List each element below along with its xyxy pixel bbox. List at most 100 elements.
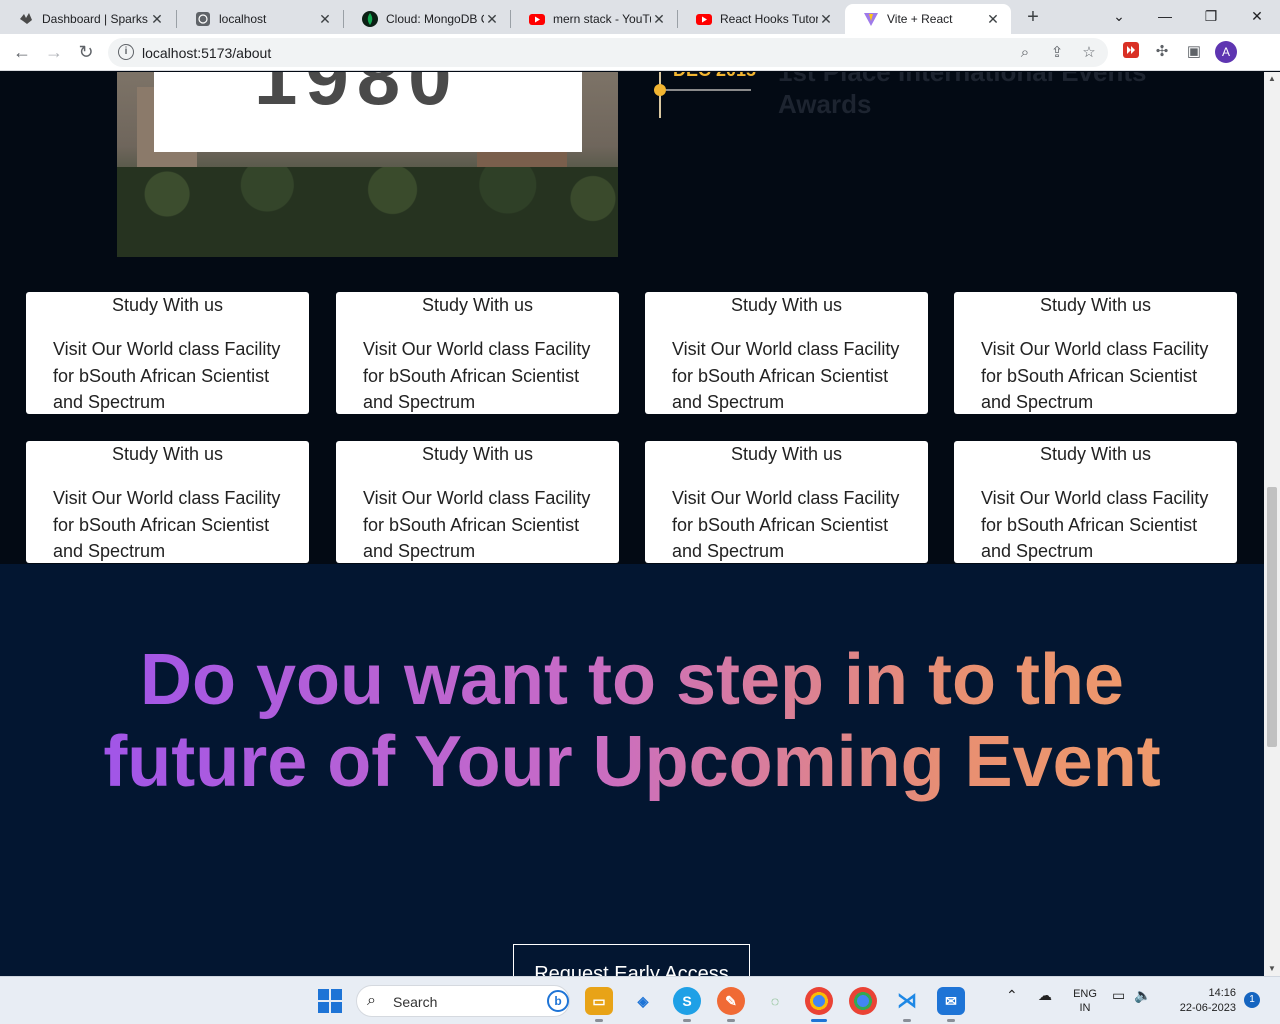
close-icon[interactable]: ✕ xyxy=(985,11,1001,27)
notification-badge[interactable]: 1 xyxy=(1244,992,1260,1008)
history-photo: 1980 xyxy=(117,72,618,257)
extensions-puzzle-icon[interactable]: ✣ xyxy=(1151,41,1173,63)
study-card: Study With us Visit Our World class Faci… xyxy=(645,292,928,414)
close-icon[interactable]: ✕ xyxy=(149,11,165,27)
card-title: Study With us xyxy=(730,444,843,464)
bing-icon[interactable]: b xyxy=(547,990,569,1012)
photo-trees xyxy=(117,167,618,257)
chrome-profile-icon[interactable] xyxy=(849,987,877,1015)
card-body: Visit Our World class Facility for bSout… xyxy=(981,339,1209,412)
sync-app-icon[interactable]: ◌ xyxy=(761,987,789,1015)
minimize-button[interactable]: — xyxy=(1142,0,1188,32)
scrollbar-thumb[interactable] xyxy=(1267,487,1277,747)
extension-red-icon[interactable] xyxy=(1120,41,1142,63)
timeline-connector xyxy=(666,89,751,91)
running-indicator xyxy=(595,1019,603,1022)
running-indicator xyxy=(903,1019,911,1022)
photo-year-card: 1980 xyxy=(154,72,582,152)
back-arrow-icon[interactable]: ← xyxy=(8,38,36,66)
chrome-icon[interactable] xyxy=(805,987,833,1015)
tab-title: Dashboard | Sparks xyxy=(42,12,148,26)
vscode-icon[interactable]: ⋊ xyxy=(893,987,921,1015)
tab-search-button[interactable]: ⌄ xyxy=(1096,0,1142,32)
card-body: Visit Our World class Facility for bSout… xyxy=(363,339,591,412)
tab-dashboard-sparks[interactable]: Dashboard | Sparks ✕ xyxy=(0,4,175,34)
new-tab-button[interactable]: + xyxy=(1020,6,1046,30)
language-code: ENG xyxy=(1073,988,1097,1000)
card-title: Study With us xyxy=(421,444,534,464)
share-icon[interactable]: ⇪ xyxy=(1046,42,1068,64)
browser-toolbar: ← → ↻ i localhost:5173/about ⌕ ⇪ ☆ ✣ ▣ A xyxy=(0,34,1280,71)
card-body: Visit Our World class Facility for bSout… xyxy=(363,488,591,561)
close-icon[interactable]: ✕ xyxy=(818,11,834,27)
forward-arrow-icon[interactable]: → xyxy=(40,38,68,66)
running-indicator xyxy=(947,1019,955,1022)
cta-headline: Do you want to step in to the future of … xyxy=(100,639,1164,803)
address-bar[interactable]: i localhost:5173/about ⌕ ⇪ ☆ xyxy=(108,38,1108,67)
url-text[interactable]: localhost:5173/about xyxy=(142,45,271,61)
timeline-award-text: 1st Place International Events Awards xyxy=(778,72,1147,119)
scroll-up-arrow-icon[interactable]: ▲ xyxy=(1264,72,1280,86)
close-icon[interactable]: ✕ xyxy=(651,11,667,27)
tab-mongodb[interactable]: Cloud: MongoDB C ✕ xyxy=(344,4,510,34)
tab-title: mern stack - YouTu xyxy=(553,12,651,26)
network-icon[interactable]: ▭ xyxy=(1112,987,1125,1004)
reload-icon[interactable]: ↻ xyxy=(72,38,100,66)
windows-start-icon[interactable] xyxy=(318,989,342,1013)
taskbar: ⌕ Search b ▭ ◈ S ✎ ◌ ⋊ ✉ ⌃ ☁ ENG IN ▭ 🔈 … xyxy=(0,976,1280,1024)
study-card: Study With us Visit Our World class Faci… xyxy=(954,441,1237,563)
card-title: Study With us xyxy=(1039,295,1152,315)
timeline-dot xyxy=(654,84,666,96)
tab-title: Vite + React xyxy=(887,12,953,26)
cta-section: Do you want to step in to the future of … xyxy=(0,564,1264,976)
card-title: Study With us xyxy=(1039,444,1152,464)
bookmark-star-icon[interactable]: ☆ xyxy=(1078,42,1100,64)
mongodb-leaf-icon xyxy=(362,11,378,27)
card-title: Study With us xyxy=(111,295,224,315)
card-body: Visit Our World class Facility for bSout… xyxy=(53,488,281,561)
youtube-icon xyxy=(529,11,545,27)
study-card: Study With us Visit Our World class Faci… xyxy=(336,292,619,414)
taskbar-search[interactable]: ⌕ Search b xyxy=(356,985,570,1017)
site-info-icon[interactable]: i xyxy=(118,44,134,60)
volume-icon[interactable]: 🔈 xyxy=(1134,987,1151,1004)
side-panel-icon[interactable]: ▣ xyxy=(1183,41,1205,63)
onedrive-cloud-icon[interactable]: ☁ xyxy=(1038,987,1052,1004)
zoom-icon[interactable]: ⌕ xyxy=(1014,42,1036,64)
language-region: IN xyxy=(1079,1002,1091,1014)
mail-icon[interactable]: ✉ xyxy=(937,987,965,1015)
tab-strip: Dashboard | Sparks ✕ localhost ✕ Cloud: … xyxy=(0,0,1280,34)
clock-date: 22-06-2023 xyxy=(1179,1002,1236,1014)
tab-youtube-mern[interactable]: mern stack - YouTu ✕ xyxy=(511,4,677,34)
tab-title: localhost xyxy=(219,12,267,26)
language-indicator[interactable]: ENG IN xyxy=(1072,987,1098,1015)
page-scrollbar[interactable]: ▲ ▼ xyxy=(1264,72,1280,976)
chevron-up-icon[interactable]: ⌃ xyxy=(1006,987,1018,1004)
card-body: Visit Our World class Facility for bSout… xyxy=(672,339,900,412)
close-icon[interactable]: ✕ xyxy=(317,11,333,27)
postman-icon[interactable]: ✎ xyxy=(717,987,745,1015)
photo-year: 1980 xyxy=(254,72,460,121)
close-window-button[interactable]: ✕ xyxy=(1234,0,1280,32)
scroll-down-arrow-icon[interactable]: ▼ xyxy=(1264,962,1280,976)
close-icon[interactable]: ✕ xyxy=(484,11,500,27)
request-early-access-button[interactable]: Request Early Access xyxy=(513,944,750,976)
skype-icon[interactable]: S xyxy=(673,987,701,1015)
card-title: Study With us xyxy=(111,444,224,464)
file-explorer-icon[interactable]: ▭ xyxy=(585,987,613,1015)
search-icon: ⌕ xyxy=(367,992,376,1009)
tab-title: Cloud: MongoDB C xyxy=(386,12,484,26)
card-body: Visit Our World class Facility for bSout… xyxy=(53,339,281,412)
card-body: Visit Our World class Facility for bSout… xyxy=(981,488,1209,561)
tab-vite-react[interactable]: Vite + React ✕ xyxy=(845,4,1011,34)
restore-button[interactable]: ❐ xyxy=(1188,0,1234,32)
clock-time: 14:16 xyxy=(1208,987,1236,999)
study-card: Study With us Visit Our World class Faci… xyxy=(26,441,309,563)
profile-avatar[interactable]: A xyxy=(1215,41,1237,63)
notes-app-icon[interactable]: ◈ xyxy=(629,987,657,1015)
tab-localhost[interactable]: localhost ✕ xyxy=(177,4,343,34)
sparks-icon xyxy=(18,11,34,27)
tab-youtube-react-hooks[interactable]: React Hooks Tutori ✕ xyxy=(678,4,844,34)
taskbar-clock[interactable]: 14:16 22-06-2023 xyxy=(1166,986,1236,1016)
card-body: Visit Our World class Facility for bSout… xyxy=(672,488,900,561)
